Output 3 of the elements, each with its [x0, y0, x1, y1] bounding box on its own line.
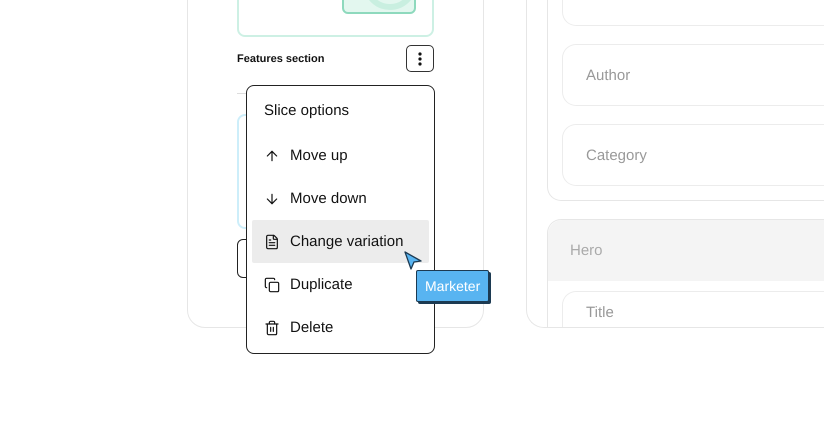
slice-label: Features section: [237, 52, 324, 64]
user-tag: Marketer: [416, 270, 490, 302]
menu-title: Slice options: [263, 100, 350, 120]
